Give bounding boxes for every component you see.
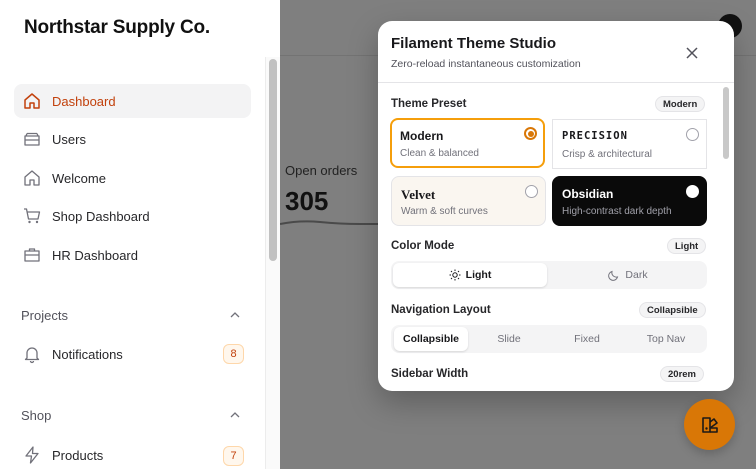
- preset-desc: High-contrast dark depth: [562, 206, 672, 217]
- preset-radio[interactable]: [686, 185, 699, 198]
- sidebar-item-dashboard[interactable]: Dashboard: [14, 84, 251, 118]
- color-mode-light[interactable]: Light: [393, 263, 547, 287]
- preset-name: PRECISION: [562, 130, 628, 142]
- theme-preset-label: Theme Preset: [391, 98, 467, 110]
- chevron-up-icon[interactable]: [229, 409, 241, 421]
- theme-preset-value-pill: Modern: [655, 96, 706, 112]
- sidebar-item-welcome[interactable]: Welcome: [14, 161, 251, 195]
- sidebar-item-shop-dashboard[interactable]: Shop Dashboard: [14, 199, 251, 233]
- cart-icon: [24, 208, 41, 224]
- sidebar-item-label: HR Dashboard: [52, 247, 138, 263]
- sidebar-item-label: Notifications: [52, 346, 123, 362]
- moon-icon: [608, 270, 619, 281]
- sidebar-width-value-pill: 20rem: [660, 366, 704, 382]
- color-mode-light-label: Light: [465, 269, 492, 281]
- home-icon: [24, 93, 40, 109]
- nav-layout-slide[interactable]: Slide: [472, 327, 546, 351]
- preset-radio[interactable]: [686, 128, 699, 141]
- chevron-up-icon[interactable]: [229, 309, 241, 321]
- bell-icon: [24, 347, 40, 364]
- color-mode-dark[interactable]: Dark: [551, 263, 705, 287]
- stack-icon: [24, 132, 40, 146]
- sidebar: Northstar Supply Co. Dashboard Users Wel…: [0, 0, 280, 469]
- stat-value: 305: [285, 186, 329, 216]
- sidebar-item-label: Dashboard: [52, 93, 116, 109]
- preset-desc: Clean & balanced: [400, 148, 479, 159]
- preset-card-velvet[interactable]: Velvet Warm & soft curves: [391, 176, 546, 226]
- preset-name: Modern: [400, 129, 444, 143]
- sidebar-item-notifications[interactable]: Notifications 8: [14, 337, 251, 371]
- nav-layout-collapsible[interactable]: Collapsible: [394, 327, 468, 351]
- bolt-icon: [25, 446, 39, 464]
- nav-layout-top-nav[interactable]: Top Nav: [628, 327, 704, 351]
- group-label-shop: Shop: [21, 408, 52, 423]
- nav-layout-fixed[interactable]: Fixed: [550, 327, 624, 351]
- navigation-layout-toggle: Collapsible Slide Fixed Top Nav: [391, 325, 707, 353]
- color-mode-toggle: Light Dark: [391, 261, 707, 289]
- stat-label: Open orders: [285, 163, 358, 178]
- sidebar-item-users[interactable]: Users: [14, 122, 251, 156]
- preset-card-modern[interactable]: Modern Clean & balanced: [390, 118, 545, 168]
- sidebar-item-label: Products: [52, 447, 104, 463]
- navigation-layout-label: Navigation Layout: [391, 304, 491, 316]
- close-icon[interactable]: [682, 43, 702, 63]
- notification-badge: 8: [223, 344, 244, 364]
- theme-studio-modal: Filament Theme Studio Zero-reload instan…: [378, 21, 734, 391]
- palette-icon: [701, 416, 718, 433]
- preset-radio-selected[interactable]: [524, 127, 537, 140]
- sun-icon: [449, 269, 461, 281]
- modal-scrollbar-thumb[interactable]: [723, 87, 729, 159]
- home-icon: [24, 170, 40, 186]
- preset-radio[interactable]: [525, 185, 538, 198]
- sidebar-item-label: Welcome: [52, 170, 106, 186]
- theme-studio-fab[interactable]: [684, 399, 735, 450]
- sidebar-width-label: Sidebar Width: [391, 368, 469, 380]
- sidebar-item-hr-dashboard[interactable]: HR Dashboard: [14, 238, 251, 272]
- briefcase-icon: [24, 248, 40, 262]
- color-mode-value-pill: Light: [667, 238, 707, 254]
- color-mode-label: Color Mode: [391, 240, 455, 252]
- brand-name: Northstar Supply Co.: [24, 17, 211, 38]
- preset-card-precision[interactable]: PRECISION Crisp & architectural: [552, 119, 707, 169]
- sidebar-scrollbar-thumb[interactable]: [269, 59, 277, 261]
- preset-desc: Crisp & architectural: [562, 149, 653, 160]
- sidebar-item-label: Shop Dashboard: [52, 208, 150, 224]
- preset-name: Obsidian: [562, 187, 614, 201]
- group-label-projects: Projects: [21, 308, 68, 323]
- sidebar-item-products[interactable]: Products 7: [14, 438, 251, 469]
- sidebar-item-label: Users: [52, 131, 86, 147]
- modal-divider: [378, 82, 734, 83]
- products-badge: 7: [223, 446, 244, 466]
- color-mode-dark-label: Dark: [625, 269, 648, 281]
- preset-card-obsidian[interactable]: Obsidian High-contrast dark depth: [552, 176, 707, 226]
- preset-name: Velvet: [401, 187, 436, 202]
- modal-title: Filament Theme Studio: [391, 35, 557, 52]
- navigation-layout-value-pill: Collapsible: [639, 302, 706, 318]
- preset-desc: Warm & soft curves: [401, 206, 488, 217]
- modal-subtitle: Zero-reload instantaneous customization: [391, 58, 581, 70]
